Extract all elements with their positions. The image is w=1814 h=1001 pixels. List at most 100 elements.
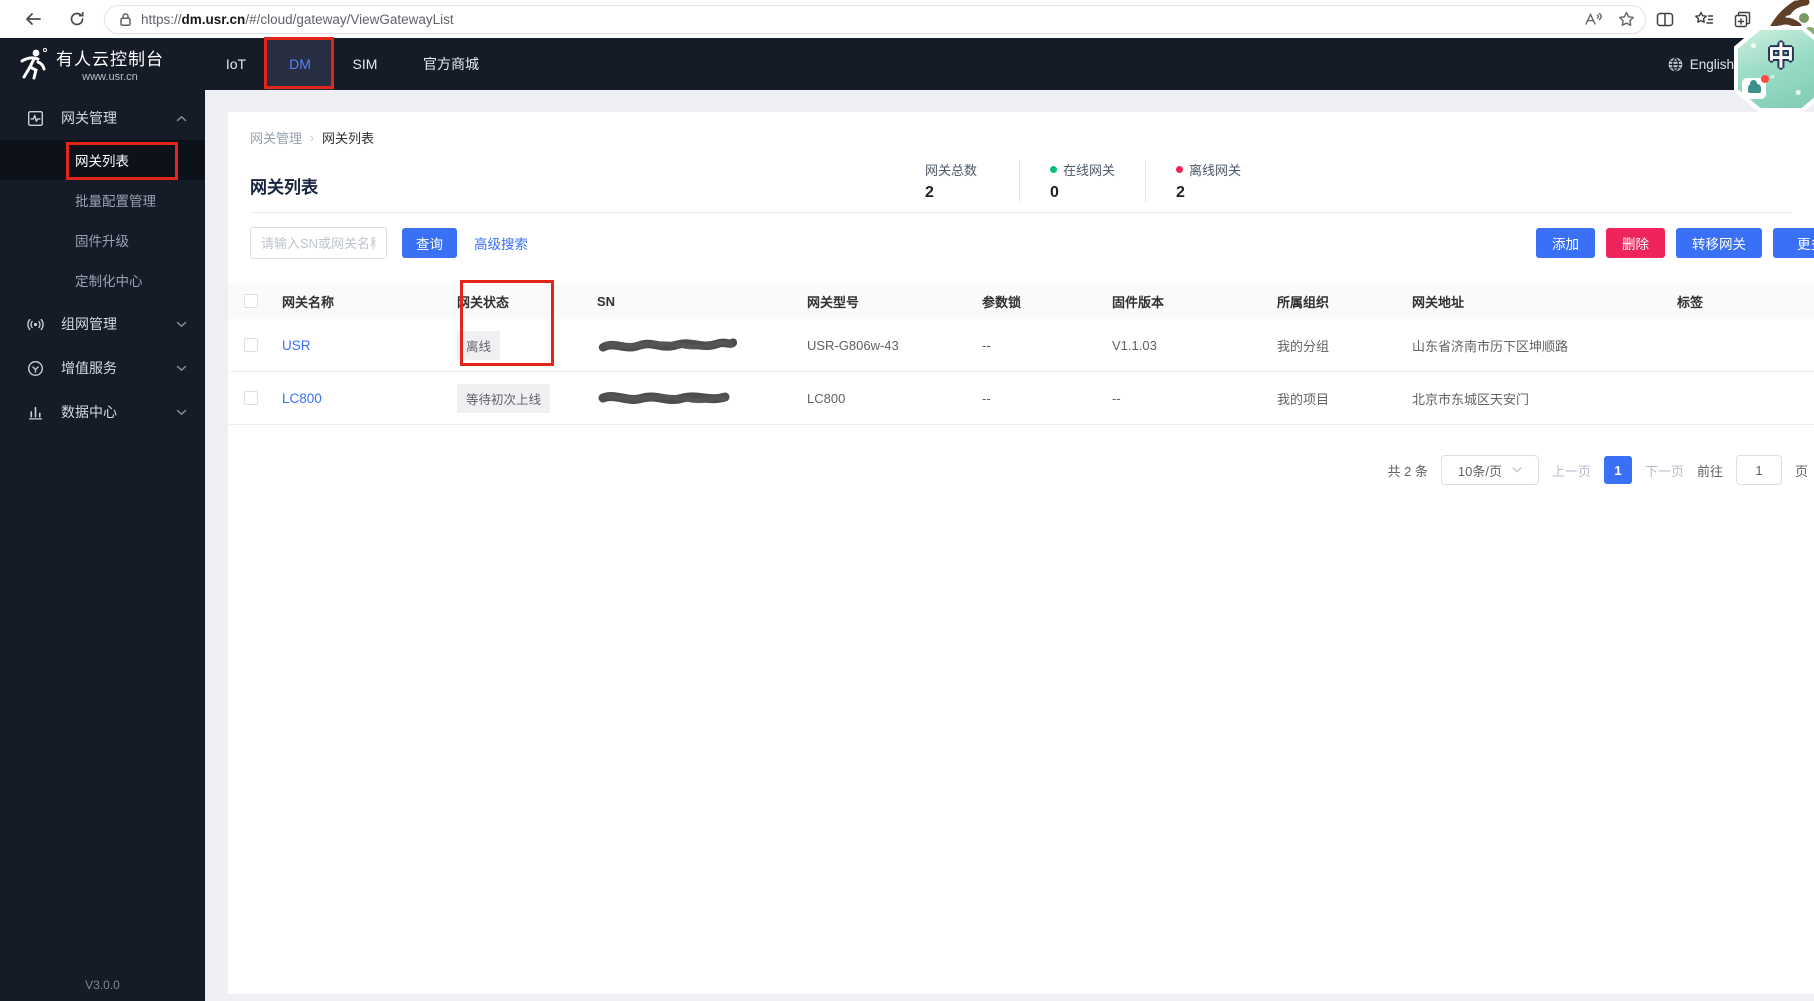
query-button[interactable]: 查询	[402, 228, 457, 258]
gateway-model: LC800	[807, 390, 846, 406]
chevron-up-icon	[176, 115, 187, 122]
lock-icon	[119, 12, 132, 27]
read-aloud-icon[interactable]	[1584, 12, 1604, 27]
back-icon[interactable]	[16, 4, 50, 34]
param-lock: --	[982, 390, 991, 406]
sidebar-group-data-center[interactable]: 数据中心	[0, 390, 205, 434]
more-button[interactable]: 更多	[1773, 228, 1814, 258]
sidebar-group-gateway-mgmt[interactable]: 网关管理	[0, 96, 205, 140]
goto-label: 前往	[1696, 463, 1723, 479]
table-header-row: 网关名称 网关状态 SN 网关型号 参数锁 固件版本 所属组织 网关地址 标签	[228, 283, 1814, 319]
sidebar-item-customization-center[interactable]: 定制化中心	[0, 260, 205, 300]
row-checkbox[interactable]	[244, 338, 258, 352]
online-dot-icon	[1050, 166, 1057, 173]
organization: 我的项目	[1277, 391, 1330, 407]
sidebar-group-label: 网关管理	[61, 110, 117, 126]
search-input[interactable]	[250, 227, 387, 259]
current-page-button[interactable]: 1	[1603, 456, 1632, 484]
url-text: https://dm.usr.cn/#/cloud/gateway/ViewGa…	[141, 11, 454, 27]
col-gateway-address: 网关地址	[1412, 294, 1465, 310]
status-badge: 等待初次上线	[457, 383, 551, 413]
collections-icon[interactable]	[1734, 11, 1751, 28]
chevron-down-icon	[176, 409, 187, 416]
stat-total: 网关总数 2	[925, 160, 989, 202]
sidebar-group-label: 组网管理	[61, 316, 117, 332]
status-badge: 离线	[457, 330, 501, 360]
organization: 我的分组	[1277, 338, 1330, 354]
favorite-star-icon[interactable]	[1618, 11, 1635, 27]
gateway-stats: 网关总数 2 在线网关 0 离线网关 2	[925, 160, 1241, 202]
gateway-name-link[interactable]: LC800	[282, 391, 322, 406]
top-navigation: 有人云控制台 www.usr.cn IoT DM SIM 官方商城 Englis…	[0, 38, 1814, 90]
col-sn: SN	[597, 293, 616, 309]
sn-redacted-scribble	[598, 338, 738, 352]
language-switch[interactable]: English	[1690, 57, 1734, 72]
gateway-table: 网关名称 网关状态 SN 网关型号 参数锁 固件版本 所属组织 网关地址 标签 …	[228, 283, 1814, 425]
total-count: 共 2 条	[1387, 463, 1428, 479]
add-button[interactable]: 添加	[1536, 228, 1595, 258]
stat-online-value: 0	[1050, 184, 1059, 201]
gateway-model: USR-G806w-43	[807, 337, 899, 353]
col-gateway-status: 网关状态	[457, 294, 510, 310]
goto-unit: 页	[1794, 463, 1808, 479]
col-organization: 所属组织	[1277, 294, 1330, 310]
chevron-down-icon	[176, 365, 187, 372]
gateway-address: 山东省济南市历下区坤顺路	[1412, 338, 1569, 354]
tab-official-mall[interactable]: 官方商城	[397, 38, 505, 90]
favorites-bar-icon[interactable]	[1694, 11, 1714, 27]
network-icon	[27, 316, 44, 333]
table-row: LC800 等待初次上线 LC800 -- -- 我的项目 北京市东城区天安门	[228, 372, 1814, 425]
browser-toolbar: https://dm.usr.cn/#/cloud/gateway/ViewGa…	[0, 0, 1814, 38]
page-title: 网关列表	[250, 178, 318, 197]
gateway-address: 北京市东城区天安门	[1412, 391, 1530, 407]
tab-dm[interactable]: DM	[267, 38, 333, 90]
gateway-name-link[interactable]: USR	[282, 338, 311, 353]
app-subtitle: www.usr.cn	[82, 71, 138, 83]
select-all-checkbox[interactable]	[244, 294, 258, 308]
sidebar-item-firmware-upgrade[interactable]: 固件升级	[0, 220, 205, 260]
col-gateway-name: 网关名称	[282, 294, 335, 310]
sidebar-group-label: 数据中心	[61, 404, 117, 420]
col-gateway-model: 网关型号	[807, 294, 860, 310]
sidebar-item-gateway-list[interactable]: 网关列表	[0, 140, 205, 180]
breadcrumb-current: 网关列表	[322, 131, 375, 146]
address-bar[interactable]: https://dm.usr.cn/#/cloud/gateway/ViewGa…	[104, 4, 1646, 34]
sidebar-group-label: 增值服务	[61, 360, 117, 376]
col-firmware-version: 固件版本	[1112, 294, 1165, 310]
globe-icon	[1668, 57, 1683, 72]
sidebar-group-value-added[interactable]: 增值服务	[0, 346, 205, 390]
stat-offline-value: 2	[1176, 184, 1185, 201]
sn-redacted-scribble	[598, 392, 730, 405]
transfer-gateway-button[interactable]: 转移网关	[1676, 228, 1762, 258]
list-toolbar: 查询 高级搜索 添加 删除 转移网关 更多	[228, 227, 1814, 259]
tab-iot[interactable]: IoT	[205, 38, 267, 90]
delete-button[interactable]: 删除	[1606, 228, 1665, 258]
goto-page-input[interactable]	[1735, 455, 1782, 485]
firmware-version: V1.1.03	[1112, 337, 1157, 353]
breadcrumb-parent[interactable]: 网关管理	[250, 128, 302, 147]
refresh-icon[interactable]	[60, 4, 94, 34]
sidebar-group-networking-mgmt[interactable]: 组网管理	[0, 302, 205, 346]
app-logo[interactable]: 有人云控制台 www.usr.cn	[0, 38, 205, 90]
main-content: 网关管理 › 网关列表 网关列表 网关总数 2 在线网关 0 离线网关 2 请输…	[205, 90, 1814, 1001]
row-checkbox[interactable]	[244, 391, 258, 405]
chevron-down-icon	[1512, 467, 1522, 473]
breadcrumb: 网关管理 › 网关列表	[250, 128, 1792, 147]
usr-person-logo-icon	[16, 47, 48, 81]
gateway-list-card: 网关管理 › 网关列表 网关列表 网关总数 2 在线网关 0 离线网关 2 请输…	[228, 112, 1814, 994]
col-param-lock: 参数锁	[982, 294, 1022, 310]
pagination: 共 2 条 10条/页 上一页 1 下一页 前往 页	[228, 455, 1814, 485]
table-row: USR 离线 USR-G806w-43 -- V1.1.03 我的分组 山东省济…	[228, 319, 1814, 372]
page-size-select[interactable]: 10条/页	[1440, 455, 1539, 485]
product-tabs: IoT DM SIM 官方商城	[205, 38, 505, 90]
split-screen-icon[interactable]	[1656, 12, 1674, 27]
stat-online: 在线网关 0	[1019, 160, 1115, 202]
stat-offline: 离线网关 2	[1145, 160, 1241, 202]
next-page-button[interactable]: 下一页	[1645, 461, 1684, 480]
advanced-search-link[interactable]: 高级搜索	[474, 233, 528, 253]
chevron-down-icon	[176, 321, 187, 328]
data-center-icon	[27, 404, 44, 421]
sidebar-item-batch-config[interactable]: 批量配置管理	[0, 180, 205, 220]
tab-sim[interactable]: SIM	[333, 38, 397, 90]
prev-page-button[interactable]: 上一页	[1552, 461, 1591, 480]
